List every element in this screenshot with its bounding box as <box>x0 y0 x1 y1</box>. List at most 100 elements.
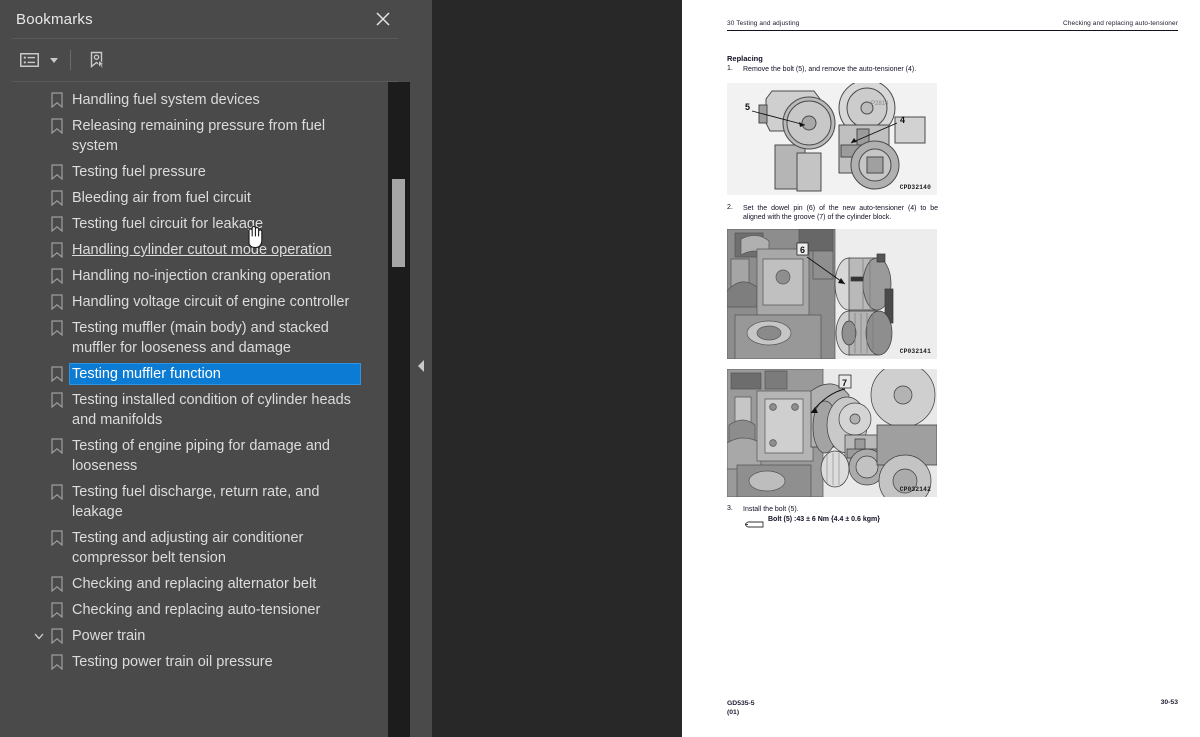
bookmark-item[interactable]: Testing muffler (main body) and stacked … <box>0 315 388 361</box>
bookmark-label: Power train <box>72 628 146 644</box>
figure-code: CP032142 <box>899 485 931 493</box>
bookmark-item[interactable]: Testing fuel circuit for leakage <box>0 211 388 237</box>
scrollbar-thumb[interactable] <box>392 179 405 267</box>
chevron-left-icon[interactable] <box>416 359 426 378</box>
close-icon[interactable] <box>372 8 394 30</box>
bookmarks-panel: Bookmarks Handling fuel system devices R… <box>0 0 410 737</box>
running-header-left: 30 Testing and adjusting <box>727 20 800 27</box>
bookmark-item[interactable]: Testing of engine piping for damage and … <box>0 433 388 479</box>
bookmark-item[interactable]: Handling fuel system devices <box>0 87 388 113</box>
bookmark-item[interactable]: Checking and replacing auto-tensioner <box>0 597 388 623</box>
panel-collapse-strip[interactable] <box>410 0 432 737</box>
bookmark-label: Testing power train oil pressure <box>72 654 273 670</box>
header-rule <box>727 30 1178 32</box>
svg-text:4: 4 <box>900 115 905 125</box>
bookmark-label: Handling no-injection cranking operation <box>72 268 331 284</box>
bookmark-label: Testing of engine piping for damage and … <box>72 438 330 474</box>
bookmark-icon <box>48 626 66 646</box>
figure-2-artwork: 6 <box>727 228 937 359</box>
figure-code: CP032141 <box>899 347 931 355</box>
document-viewer: 30 Testing and adjusting Checking and re… <box>432 0 1200 737</box>
chevron-down-icon[interactable] <box>30 626 48 646</box>
bookmark-label: Handling voltage circuit of engine contr… <box>72 294 350 310</box>
bookmark-label: Testing fuel circuit for leakage <box>72 216 264 232</box>
svg-text:7: 7 <box>842 378 847 388</box>
step-number: 2. <box>727 203 733 211</box>
bookmark-item[interactable]: Testing fuel discharge, return rate, and… <box>0 479 388 525</box>
procedure-step: 3. Install the bolt (5). <box>727 505 1178 514</box>
bookmark-item[interactable]: Handling cylinder cutout mode operation <box>0 237 388 263</box>
bookmarks-panel-header: Bookmarks <box>0 0 410 38</box>
figure-cpd32140: 5 4 P2814 CPD32140 <box>727 82 937 195</box>
page-footer: GD535-5 (01) 30-53 <box>727 699 1178 717</box>
list-view-icon[interactable] <box>16 46 44 74</box>
figure-cp032142: 7 CP032142 <box>727 368 937 497</box>
document-page: 30 Testing and adjusting Checking and re… <box>682 0 1200 737</box>
new-bookmark-icon[interactable] <box>83 46 111 74</box>
bookmark-label: Testing fuel discharge, return rate, and… <box>72 484 320 520</box>
toolbar-separator <box>70 50 71 70</box>
step-text: Set the dowel pin (6) of the new auto-te… <box>743 204 938 222</box>
torque-value: Bolt (5) :43 ± 6 Nm {4.4 ± 0.6 kgm} <box>768 516 880 524</box>
figure-cp032141: 6 CP032141 <box>727 228 937 359</box>
footer-model-line2: (01) <box>727 709 740 716</box>
figure-1-artwork: 5 4 P2814 <box>727 82 937 195</box>
bookmark-icon <box>48 436 66 456</box>
bookmark-label: Testing muffler (main body) and stacked … <box>72 320 329 356</box>
bookmark-item[interactable]: Releasing remaining pressure from fuel s… <box>0 113 388 159</box>
bookmark-icon <box>48 574 66 594</box>
step-number: 1. <box>727 65 733 73</box>
step-number: 3. <box>727 504 733 512</box>
bookmark-item[interactable]: Bleeding air from fuel circuit <box>0 185 388 211</box>
section-title: Replacing <box>727 54 763 64</box>
bookmark-icon <box>48 266 66 286</box>
figure-3-artwork: 7 <box>727 368 937 497</box>
bookmark-item[interactable]: Checking and replacing alternator belt <box>0 571 388 597</box>
bookmark-label: Testing muffler function <box>69 363 361 385</box>
bookmark-icon <box>48 652 66 672</box>
svg-text:6: 6 <box>800 245 805 255</box>
bookmark-item[interactable]: Testing and adjusting air conditioner co… <box>0 525 388 571</box>
bookmark-icon <box>48 116 66 136</box>
pdf-reader-window: Bookmarks Handling fuel system devices R… <box>0 0 1200 737</box>
procedure-step: 1. Remove the bolt (5), and remove the a… <box>727 65 1178 74</box>
bookmark-item[interactable]: Testing power train oil pressure <box>0 649 388 675</box>
bookmark-icon <box>48 390 66 410</box>
footer-page-number: 30-53 <box>1160 699 1178 706</box>
bookmark-item[interactable]: Testing fuel pressure <box>0 159 388 185</box>
bookmark-item[interactable]: Power train <box>0 623 388 649</box>
bookmark-icon <box>48 90 66 110</box>
bookmark-icon <box>48 188 66 208</box>
bookmark-icon <box>48 600 66 620</box>
bookmark-icon <box>48 528 66 548</box>
bookmarks-tree[interactable]: Handling fuel system devices Releasing re… <box>0 82 388 737</box>
bookmark-icon <box>48 240 66 260</box>
procedure-step: 2. Set the dowel pin (6) of the new auto… <box>727 204 1178 223</box>
torque-wrench-icon <box>743 516 765 528</box>
bookmark-label: Bleeding air from fuel circuit <box>72 190 251 206</box>
bookmark-item[interactable]: Testing installed condition of cylinder … <box>0 387 388 433</box>
bookmark-item[interactable]: Handling no-injection cranking operation <box>0 263 388 289</box>
bookmark-icon <box>48 364 66 384</box>
figure-code: CPD32140 <box>899 183 931 191</box>
bookmarks-scrollbar[interactable] <box>388 82 410 737</box>
chevron-down-icon[interactable] <box>50 57 58 63</box>
bookmark-item[interactable]: Testing muffler function <box>0 361 388 387</box>
running-header: 30 Testing and adjusting Checking and re… <box>727 20 1178 27</box>
bookmark-label: Checking and replacing alternator belt <box>72 576 317 592</box>
bookmark-label: Testing installed condition of cylinder … <box>72 392 351 428</box>
bookmark-label: Handling fuel system devices <box>72 92 260 108</box>
svg-text:P2814: P2814 <box>871 101 889 107</box>
bookmark-label: Testing and adjusting air conditioner co… <box>72 530 304 566</box>
footer-model-line1: GD535-5 <box>727 700 755 707</box>
step-text: Remove the bolt (5), and remove the auto… <box>743 66 917 74</box>
bookmark-label: Checking and replacing auto-tensioner <box>72 602 321 618</box>
bookmark-label: Handling cylinder cutout mode operation <box>72 242 332 258</box>
torque-specification: Bolt (5) :43 ± 6 Nm {4.4 ± 0.6 kgm} <box>743 516 1178 528</box>
bookmarks-tree-container: Handling fuel system devices Releasing re… <box>0 82 410 737</box>
bookmark-item[interactable]: Handling voltage circuit of engine contr… <box>0 289 388 315</box>
svg-text:5: 5 <box>745 102 750 112</box>
bookmark-icon <box>48 162 66 182</box>
bookmark-icon <box>48 214 66 234</box>
bookmark-label: Releasing remaining pressure from fuel s… <box>72 118 326 154</box>
